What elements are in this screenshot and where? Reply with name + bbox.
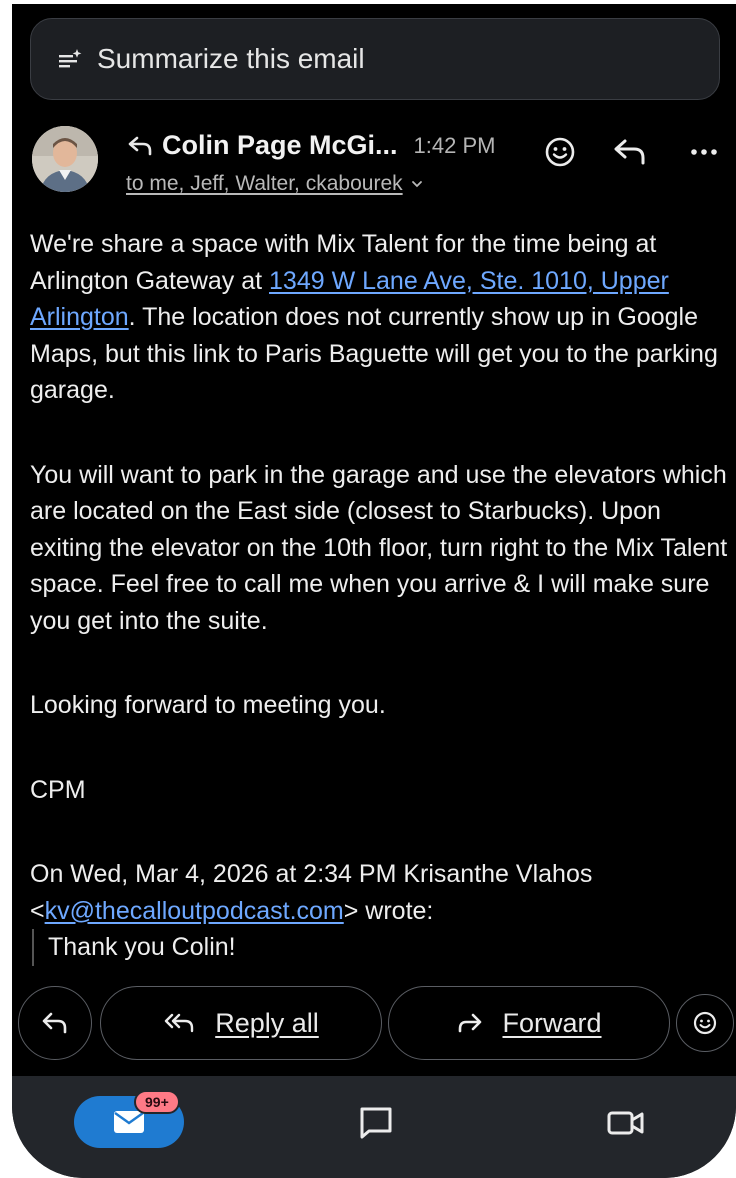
emoji-react-button[interactable] bbox=[676, 994, 734, 1052]
video-icon[interactable] bbox=[606, 1104, 646, 1142]
reply-all-label: Reply all bbox=[215, 1007, 319, 1038]
replied-icon bbox=[128, 136, 152, 155]
recipients-text: to me, Jeff, Walter, ckabourek bbox=[126, 172, 403, 195]
emoji-icon bbox=[545, 137, 575, 167]
forward-label: Forward bbox=[502, 1007, 602, 1038]
bottom-navigation: 99+ bbox=[12, 1076, 736, 1178]
email-body: We're share a space with Mix Talent for … bbox=[30, 226, 730, 966]
forward-button[interactable]: Forward bbox=[388, 986, 670, 1060]
body-paragraph-2: You will want to park in the garage and … bbox=[30, 460, 728, 635]
chat-icon[interactable] bbox=[356, 1104, 396, 1142]
body-paragraph-3: Looking forward to meeting you. bbox=[30, 691, 386, 719]
more-icon bbox=[691, 149, 717, 155]
forward-icon bbox=[459, 1013, 482, 1033]
avatar-photo bbox=[32, 126, 98, 192]
unread-badge: 99+ bbox=[134, 1090, 180, 1114]
body-paragraph-1: We're share a space with Mix Talent for … bbox=[30, 226, 730, 409]
quote-wrote: > wrote: bbox=[343, 896, 434, 925]
email-time: 1:42 PM bbox=[413, 132, 496, 158]
chevron-down-icon bbox=[411, 181, 422, 188]
emoji-icon bbox=[693, 1011, 717, 1035]
email-screen: Summarize this email Colin Page McGi... … bbox=[12, 4, 736, 1178]
reply-icon bbox=[614, 139, 645, 165]
summarize-button[interactable]: Summarize this email bbox=[30, 18, 720, 100]
signature: CPM bbox=[30, 775, 86, 804]
quote-bracket: < bbox=[30, 896, 45, 925]
sender-name: Colin Page McGi... bbox=[162, 130, 398, 160]
reply-all-icon bbox=[165, 1013, 194, 1033]
more-options-button[interactable] bbox=[682, 130, 726, 174]
summarize-label: Summarize this email bbox=[97, 43, 365, 74]
recipients-toggle[interactable]: to me, Jeff, Walter, ckabourek bbox=[126, 172, 423, 196]
quoted-reply: On Wed, Mar 4, 2026 at 2:34 PM Krisanthe… bbox=[30, 856, 730, 966]
quote-email-link[interactable]: kv@thecalloutpodcast.com bbox=[45, 897, 344, 925]
sender-row[interactable]: Colin Page McGi... 1:42 PM bbox=[128, 130, 495, 161]
reply-all-button[interactable]: Reply all bbox=[100, 986, 382, 1060]
quoted-text: Thank you Colin! bbox=[32, 929, 730, 966]
sender-avatar[interactable] bbox=[32, 126, 98, 192]
reply-icon bbox=[42, 1012, 67, 1034]
summarize-icon bbox=[59, 49, 82, 68]
body-text: . The location does not currently show u… bbox=[30, 303, 718, 404]
quote-header: On Wed, Mar 4, 2026 at 2:34 PM Krisanthe… bbox=[30, 860, 593, 888]
reply-button-header[interactable] bbox=[608, 130, 652, 174]
emoji-reaction-button[interactable] bbox=[538, 130, 582, 174]
reply-button[interactable] bbox=[18, 986, 92, 1060]
quote-header-email-line: <kv@thecalloutpodcast.com> wrote: bbox=[30, 893, 730, 930]
